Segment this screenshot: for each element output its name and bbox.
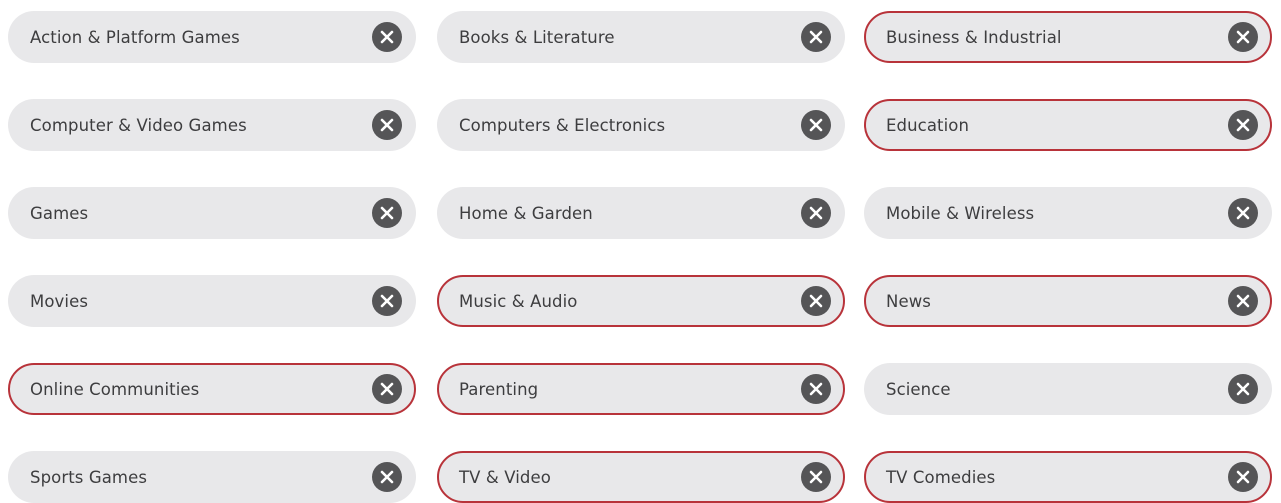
remove-category-button[interactable] bbox=[801, 374, 831, 404]
category-chip-selected[interactable]: News bbox=[864, 275, 1272, 327]
category-chip[interactable]: Games bbox=[8, 187, 416, 239]
category-chip-selected[interactable]: Music & Audio bbox=[437, 275, 845, 327]
remove-category-button[interactable] bbox=[1228, 198, 1258, 228]
remove-category-button[interactable] bbox=[801, 22, 831, 52]
close-icon bbox=[809, 382, 823, 396]
remove-category-button[interactable] bbox=[1228, 110, 1258, 140]
category-chip-label: Sports Games bbox=[30, 467, 148, 487]
category-chip-selected[interactable]: TV Comedies bbox=[864, 451, 1272, 503]
remove-category-button[interactable] bbox=[801, 462, 831, 492]
category-chip-label: News bbox=[886, 291, 931, 311]
remove-category-button[interactable] bbox=[1228, 462, 1258, 492]
close-icon bbox=[380, 470, 394, 484]
close-icon bbox=[1236, 206, 1250, 220]
category-chip[interactable]: Home & Garden bbox=[437, 187, 845, 239]
category-chip-label: Games bbox=[30, 203, 89, 223]
close-icon bbox=[380, 382, 394, 396]
close-icon bbox=[1236, 470, 1250, 484]
category-chip-label: Computer & Video Games bbox=[30, 115, 247, 135]
close-icon bbox=[809, 30, 823, 44]
category-chip-label: Online Communities bbox=[30, 379, 200, 399]
category-chip[interactable]: Computers & Electronics bbox=[437, 99, 845, 151]
category-chip-selected[interactable]: Education bbox=[864, 99, 1272, 151]
remove-category-button[interactable] bbox=[372, 22, 402, 52]
category-chip-label: Movies bbox=[30, 291, 89, 311]
category-chip[interactable]: Books & Literature bbox=[437, 11, 845, 63]
category-chip-label: Home & Garden bbox=[459, 203, 593, 223]
remove-category-button[interactable] bbox=[372, 462, 402, 492]
close-icon bbox=[380, 206, 394, 220]
close-icon bbox=[1236, 294, 1250, 308]
category-chip-label: Books & Literature bbox=[459, 27, 615, 47]
close-icon bbox=[380, 294, 394, 308]
remove-category-button[interactable] bbox=[1228, 22, 1258, 52]
category-chip[interactable]: Movies bbox=[8, 275, 416, 327]
category-chip-selected[interactable]: TV & Video bbox=[437, 451, 845, 503]
close-icon bbox=[809, 470, 823, 484]
category-chip-label: TV & Video bbox=[459, 467, 551, 487]
remove-category-button[interactable] bbox=[372, 374, 402, 404]
category-chip-label: Computers & Electronics bbox=[459, 115, 666, 135]
remove-category-button[interactable] bbox=[801, 286, 831, 316]
category-chip-selected[interactable]: Parenting bbox=[437, 363, 845, 415]
category-chip[interactable]: Computer & Video Games bbox=[8, 99, 416, 151]
category-chip-label: Parenting bbox=[459, 379, 539, 399]
remove-category-button[interactable] bbox=[372, 110, 402, 140]
close-icon bbox=[1236, 30, 1250, 44]
category-chip-selected[interactable]: Online Communities bbox=[8, 363, 416, 415]
close-icon bbox=[809, 118, 823, 132]
close-icon bbox=[1236, 118, 1250, 132]
category-chip-label: Education bbox=[886, 115, 970, 135]
category-chip-label: Mobile & Wireless bbox=[886, 203, 1035, 223]
close-icon bbox=[380, 118, 394, 132]
category-chip-label: Action & Platform Games bbox=[30, 27, 240, 47]
close-icon bbox=[1236, 382, 1250, 396]
category-chip[interactable]: Mobile & Wireless bbox=[864, 187, 1272, 239]
remove-category-button[interactable] bbox=[1228, 286, 1258, 316]
remove-category-button[interactable] bbox=[801, 198, 831, 228]
close-icon bbox=[380, 30, 394, 44]
category-chip-grid: Action & Platform Games Books & Literatu… bbox=[0, 0, 1281, 503]
category-chip[interactable]: Action & Platform Games bbox=[8, 11, 416, 63]
category-chip-selected[interactable]: Business & Industrial bbox=[864, 11, 1272, 63]
category-chip-label: Music & Audio bbox=[459, 291, 578, 311]
category-chip[interactable]: Science bbox=[864, 363, 1272, 415]
close-icon bbox=[809, 206, 823, 220]
close-icon bbox=[809, 294, 823, 308]
category-chip-label: Science bbox=[886, 379, 951, 399]
remove-category-button[interactable] bbox=[801, 110, 831, 140]
remove-category-button[interactable] bbox=[372, 286, 402, 316]
category-chip-label: TV Comedies bbox=[886, 467, 996, 487]
remove-category-button[interactable] bbox=[372, 198, 402, 228]
remove-category-button[interactable] bbox=[1228, 374, 1258, 404]
category-chip[interactable]: Sports Games bbox=[8, 451, 416, 503]
category-chip-label: Business & Industrial bbox=[886, 27, 1062, 47]
